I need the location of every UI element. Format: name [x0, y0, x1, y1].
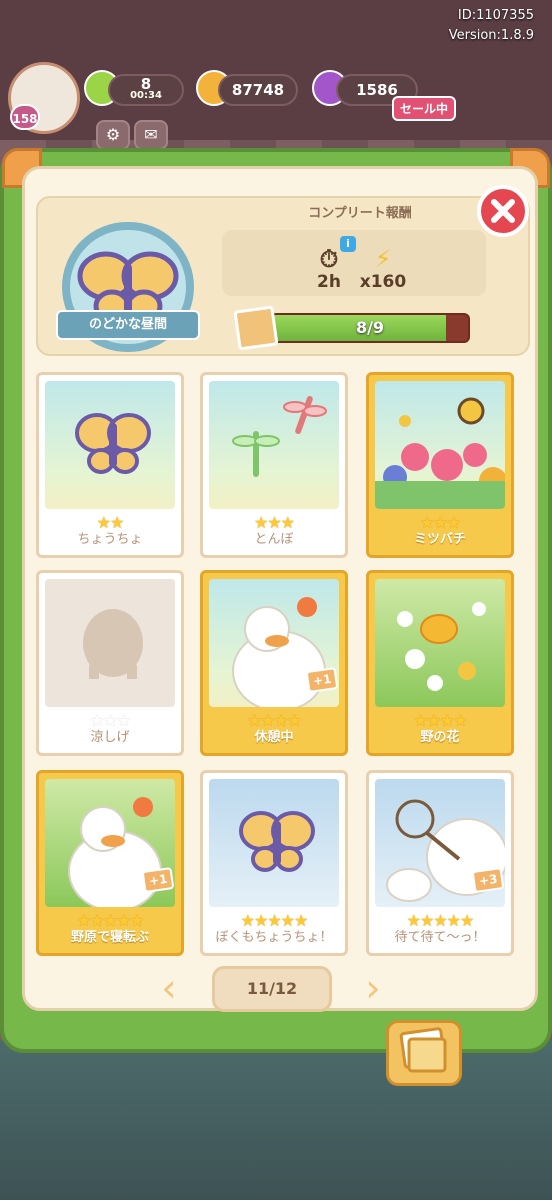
coin-counter[interactable]: 87748 — [218, 74, 298, 106]
complete-reward-title: コンプリート報酬 — [308, 206, 412, 221]
sale-badge[interactable]: セール中 — [392, 96, 457, 121]
gear-icon: ⚙ — [105, 125, 121, 144]
card-art — [209, 381, 339, 509]
album-icon — [399, 1027, 447, 1073]
card-label: 野原で寝転ぶ — [70, 930, 149, 945]
reward-energy-amount: x160 — [359, 272, 407, 292]
prev-page-button[interactable]: ‹ — [152, 968, 186, 1008]
card-label: ちょうちょ — [77, 532, 143, 547]
album-card[interactable]: ★★★ 涼しげ — [36, 570, 184, 756]
card-art — [375, 381, 505, 509]
dragonfly-icon — [209, 381, 339, 509]
card-bonus-badge: +1 — [305, 666, 339, 694]
background-floor — [0, 1040, 552, 1200]
card-art — [45, 579, 175, 707]
player-id: ID:1107355 — [457, 8, 534, 23]
energy-counter[interactable]: 8 00:34 — [108, 74, 184, 106]
next-page-button[interactable]: › — [356, 968, 390, 1008]
butterfly-icon — [45, 381, 175, 509]
bee-icon — [375, 381, 505, 509]
card-label: 野の花 — [420, 730, 460, 745]
progress-text: 8/9 — [355, 318, 385, 337]
album-button[interactable] — [386, 1020, 462, 1086]
album-card[interactable]: ★★★ ミツバチ — [366, 372, 514, 558]
reward-time-amount: 2h — [317, 272, 341, 292]
top-status-bar: 158 8 00:34 87748 1586 セール中 ID:1107355 V… — [0, 0, 552, 150]
silhouette-icon — [45, 579, 175, 707]
build-info: ID:1107355 Version:1.8.9 — [449, 6, 534, 46]
card-label: 休憩中 — [254, 730, 294, 745]
album-card[interactable]: +1 ★★★★★ 野原で寝転ぶ — [36, 770, 184, 956]
card-label: 待て待て〜っ！ — [394, 930, 486, 945]
player-level-badge: 158 — [10, 104, 40, 130]
card-label: ぼくもちょうちょ！ — [215, 930, 333, 945]
card-art — [45, 381, 175, 509]
chevron-left-icon: ‹ — [161, 966, 177, 1010]
album-card[interactable]: +1 ★★★★ 休憩中 — [200, 570, 348, 756]
card-art — [209, 779, 339, 907]
album-card[interactable]: ★★★ とんぼ — [200, 372, 348, 558]
page-indicator: 11/12 — [212, 966, 332, 1012]
card-label: 涼しげ — [90, 730, 130, 745]
stopwatch-icon: ⏱ — [319, 245, 339, 273]
info-icon[interactable]: i — [340, 236, 356, 252]
close-button[interactable] — [476, 184, 530, 238]
lightning-icon: ⚡ — [374, 245, 392, 273]
chevron-right-icon: › — [365, 966, 381, 1010]
card-art — [375, 579, 505, 707]
card-bonus-badge: +3 — [471, 866, 505, 894]
album-card[interactable]: ★★★★ 野の花 — [366, 570, 514, 756]
reward-energy: ⚡ x160 — [348, 246, 418, 292]
photo-card-icon — [233, 305, 279, 351]
album-card[interactable]: +3 ★★★★★ 待て待て〜っ！ — [366, 770, 514, 956]
album-card[interactable]: ★★ ちょうちょ — [36, 372, 184, 558]
card-label: ミツバチ — [413, 532, 466, 547]
card-label: とんぼ — [254, 532, 294, 547]
set-name-ribbon: のどかな昼間 — [56, 310, 200, 340]
flower-icon — [375, 579, 505, 707]
version: Version:1.8.9 — [448, 28, 534, 43]
mail-button[interactable]: ✉ — [134, 120, 168, 150]
mail-icon: ✉ — [144, 125, 158, 144]
energy-timer: 00:34 — [130, 90, 162, 101]
butterfly-icon — [209, 779, 339, 907]
card-bonus-badge: +1 — [141, 866, 175, 894]
album-card[interactable]: ★★★★★ ぼくもちょうちょ！ — [200, 770, 348, 956]
settings-button[interactable]: ⚙ — [96, 120, 130, 150]
